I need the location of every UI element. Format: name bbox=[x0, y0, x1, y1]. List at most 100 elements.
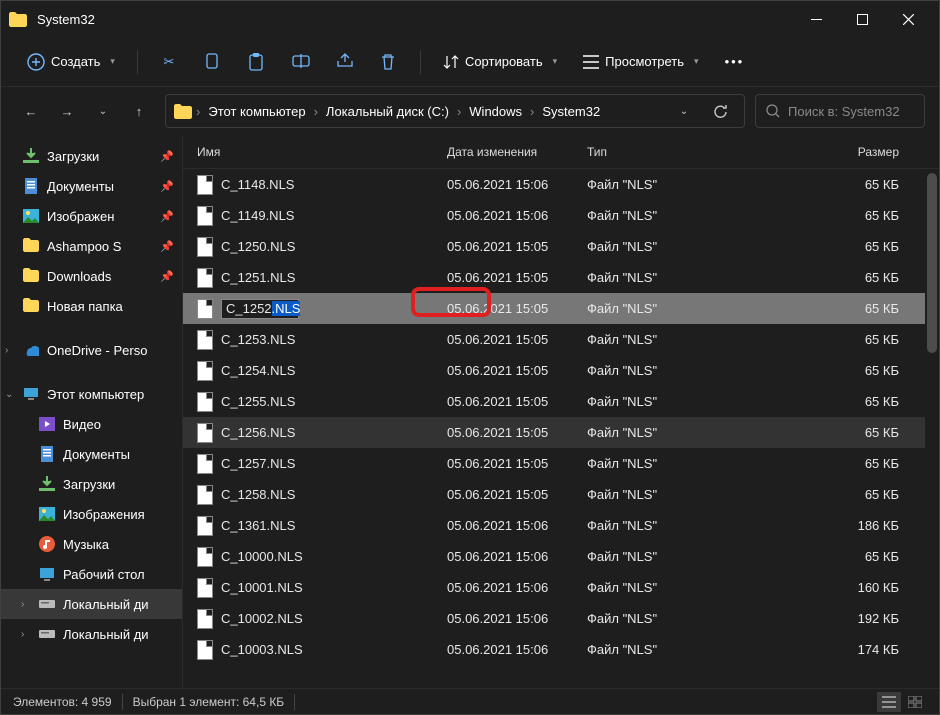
file-row[interactable]: C_1254.NLS05.06.2021 15:05Файл "NLS"65 К… bbox=[183, 355, 939, 386]
breadcrumb[interactable]: › Этот компьютер› Локальный диск (C:)› W… bbox=[165, 94, 745, 128]
ellipsis-icon: ••• bbox=[725, 54, 745, 69]
crumb[interactable]: Локальный диск (C:) bbox=[322, 104, 453, 119]
sidebar-item[interactable]: ›Локальный ди bbox=[1, 589, 182, 619]
file-row[interactable]: C_1148.NLS05.06.2021 15:06Файл "NLS"65 К… bbox=[183, 169, 939, 200]
file-date: 05.06.2021 15:05 bbox=[447, 456, 587, 471]
crumb[interactable]: Этот компьютер bbox=[204, 104, 309, 119]
file-date: 05.06.2021 15:06 bbox=[447, 518, 587, 533]
forward-button[interactable]: → bbox=[51, 95, 83, 127]
titlebar: System32 bbox=[1, 1, 939, 37]
plus-circle-icon bbox=[27, 53, 45, 71]
refresh-button[interactable] bbox=[704, 95, 736, 127]
file-row[interactable]: C_1253.NLS05.06.2021 15:05Файл "NLS"65 К… bbox=[183, 324, 939, 355]
sidebar-item[interactable]: Загрузки📌 bbox=[1, 141, 182, 171]
file-type: Файл "NLS" bbox=[587, 301, 717, 316]
file-size: 160 КБ bbox=[717, 580, 939, 595]
sidebar-item[interactable]: Документы bbox=[1, 439, 182, 469]
column-size[interactable]: Размер bbox=[717, 145, 939, 159]
file-name: C_10002.NLS bbox=[221, 611, 303, 626]
file-date: 05.06.2021 15:05 bbox=[447, 363, 587, 378]
file-icon bbox=[197, 609, 213, 629]
file-icon bbox=[197, 175, 213, 195]
sidebar-item[interactable]: Видео bbox=[1, 409, 182, 439]
file-row[interactable]: C_1258.NLS05.06.2021 15:05Файл "NLS"65 К… bbox=[183, 479, 939, 510]
view-icon bbox=[583, 55, 599, 69]
file-name: C_1250.NLS bbox=[221, 239, 295, 254]
sort-icon bbox=[443, 54, 459, 70]
sidebar-onedrive[interactable]: ›OneDrive - Perso bbox=[1, 335, 182, 365]
sidebar-item[interactable]: Документы📌 bbox=[1, 171, 182, 201]
file-row[interactable]: C_1149.NLS05.06.2021 15:06Файл "NLS"65 К… bbox=[183, 200, 939, 231]
new-button[interactable]: Создать▾ bbox=[17, 45, 125, 79]
file-row[interactable]: C_10001.NLS05.06.2021 15:06Файл "NLS"160… bbox=[183, 572, 939, 603]
file-type: Файл "NLS" bbox=[587, 611, 717, 626]
file-date: 05.06.2021 15:05 bbox=[447, 270, 587, 285]
sort-button[interactable]: Сортировать▾ bbox=[433, 45, 567, 79]
sidebar-item[interactable]: Изображен📌 bbox=[1, 201, 182, 231]
file-row[interactable]: C_10000.NLS05.06.2021 15:06Файл "NLS"65 … bbox=[183, 541, 939, 572]
share-button[interactable] bbox=[326, 45, 364, 79]
sidebar-item[interactable]: Новая папка bbox=[1, 291, 182, 321]
view-button[interactable]: Просмотреть▾ bbox=[573, 45, 708, 79]
minimize-button[interactable] bbox=[793, 3, 839, 35]
share-icon bbox=[336, 53, 354, 71]
rename-button[interactable] bbox=[282, 45, 320, 79]
file-type: Файл "NLS" bbox=[587, 239, 717, 254]
sidebar-item[interactable]: Downloads📌 bbox=[1, 261, 182, 291]
chevron-right-icon: › bbox=[194, 104, 202, 119]
back-button[interactable]: ← bbox=[15, 95, 47, 127]
sidebar-thispc[interactable]: ⌄Этот компьютер bbox=[1, 379, 182, 409]
file-name: C_1255.NLS bbox=[221, 394, 295, 409]
file-name: C_1253.NLS bbox=[221, 332, 295, 347]
cut-button[interactable]: ✂ bbox=[150, 45, 188, 79]
navbar: ← → ⌄ ↑ › Этот компьютер› Локальный диск… bbox=[1, 87, 939, 135]
folder-icon bbox=[174, 104, 192, 119]
sidebar-item[interactable]: Рабочий стол bbox=[1, 559, 182, 589]
file-size: 65 КБ bbox=[717, 301, 939, 316]
up-button[interactable]: ↑ bbox=[123, 95, 155, 127]
sidebar-item[interactable]: Музыка bbox=[1, 529, 182, 559]
file-row[interactable]: C_1255.NLS05.06.2021 15:05Файл "NLS"65 К… bbox=[183, 386, 939, 417]
delete-button[interactable] bbox=[370, 45, 408, 79]
chevron-down-icon: ▾ bbox=[694, 56, 699, 67]
scrollbar-thumb[interactable] bbox=[927, 173, 937, 353]
file-row[interactable]: C_10002.NLS05.06.2021 15:06Файл "NLS"192… bbox=[183, 603, 939, 634]
column-name[interactable]: Имя bbox=[197, 145, 447, 159]
column-date[interactable]: Дата изменения bbox=[447, 145, 587, 159]
sidebar-item[interactable]: Изображения bbox=[1, 499, 182, 529]
file-row[interactable]: C_1257.NLS05.06.2021 15:05Файл "NLS"65 К… bbox=[183, 448, 939, 479]
search-input[interactable]: Поиск в: System32 bbox=[755, 94, 925, 128]
file-type: Файл "NLS" bbox=[587, 518, 717, 533]
sidebar-item[interactable]: Ashampoo S📌 bbox=[1, 231, 182, 261]
history-dropdown[interactable]: ⌄ bbox=[668, 95, 700, 127]
file-name: C_1256.NLS bbox=[221, 425, 295, 440]
crumb[interactable]: Windows bbox=[465, 104, 526, 119]
recent-button[interactable]: ⌄ bbox=[87, 95, 119, 127]
file-row[interactable]: C_1361.NLS05.06.2021 15:06Файл "NLS"186 … bbox=[183, 510, 939, 541]
statusbar: Элементов: 4 959 Выбран 1 элемент: 64,5 … bbox=[1, 688, 939, 714]
paste-button[interactable] bbox=[238, 45, 276, 79]
details-view-button[interactable] bbox=[877, 692, 901, 712]
copy-button[interactable] bbox=[194, 45, 232, 79]
sidebar-item[interactable]: Загрузки bbox=[1, 469, 182, 499]
crumb[interactable]: System32 bbox=[538, 104, 604, 119]
file-icon bbox=[197, 268, 213, 288]
column-type[interactable]: Тип bbox=[587, 145, 717, 159]
thumbnails-view-button[interactable] bbox=[903, 692, 927, 712]
file-date: 05.06.2021 15:05 bbox=[447, 239, 587, 254]
close-button[interactable] bbox=[885, 3, 931, 35]
file-size: 65 КБ bbox=[717, 394, 939, 409]
file-type: Файл "NLS" bbox=[587, 580, 717, 595]
file-row[interactable]: C_1252.NLS05.06.2021 15:05Файл "NLS"65 К… bbox=[183, 293, 939, 324]
file-row[interactable]: C_1250.NLS05.06.2021 15:05Файл "NLS"65 К… bbox=[183, 231, 939, 262]
file-row[interactable]: C_1256.NLS05.06.2021 15:05Файл "NLS"65 К… bbox=[183, 417, 939, 448]
more-button[interactable]: ••• bbox=[715, 45, 755, 79]
sidebar-item[interactable]: ›Локальный ди bbox=[1, 619, 182, 649]
file-row[interactable]: C_1251.NLS05.06.2021 15:05Файл "NLS"65 К… bbox=[183, 262, 939, 293]
grid-icon bbox=[908, 696, 922, 708]
maximize-button[interactable] bbox=[839, 3, 885, 35]
scrollbar[interactable] bbox=[925, 169, 939, 688]
file-row[interactable]: C_10003.NLS05.06.2021 15:06Файл "NLS"174… bbox=[183, 634, 939, 665]
pin-icon: 📌 bbox=[160, 210, 174, 223]
rename-input[interactable]: C_1252.NLS bbox=[221, 299, 299, 319]
